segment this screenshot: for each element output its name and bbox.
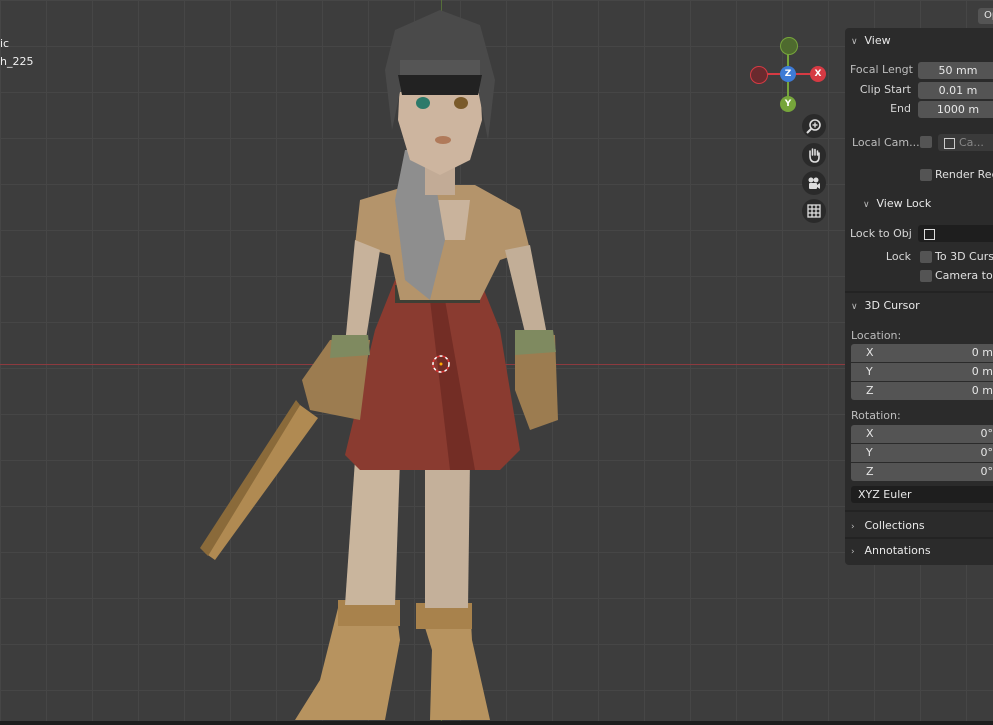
local-camera-checkbox[interactable] — [920, 136, 932, 148]
lock-to-object-picker[interactable] — [918, 225, 993, 242]
axis-label: X — [866, 427, 874, 440]
focal-length-field[interactable]: 50 mm — [918, 62, 993, 79]
camera-to-view-checkbox[interactable] — [920, 270, 932, 282]
camera-view-button[interactable] — [802, 171, 826, 195]
render-region-label: Render Reg — [935, 168, 993, 181]
annotations-header-label: Annotations — [864, 544, 931, 557]
chevron-down-icon: ∨ — [851, 37, 858, 47]
zoom-icon — [806, 119, 821, 134]
3d-cursor-section-header[interactable]: ∨ 3D Cursor — [851, 297, 920, 315]
clip-end-label: End — [890, 102, 911, 115]
clip-start-label: Clip Start — [859, 83, 911, 96]
section-divider — [845, 291, 993, 293]
view-lock-header[interactable]: ∨ View Lock — [863, 195, 931, 213]
3d-cursor-header-label: 3D Cursor — [864, 299, 920, 312]
rotation-y-field[interactable]: Y 0° — [851, 444, 993, 462]
camera-icon — [808, 177, 820, 189]
location-y-field[interactable]: Y 0 m — [851, 363, 993, 381]
axis-label: X — [866, 346, 874, 359]
navigation-gizmo[interactable]: Z X Y — [748, 36, 830, 116]
axis-label: Y — [866, 446, 873, 459]
viewport-bottom-edge — [0, 721, 993, 725]
axis-label: Z — [866, 384, 874, 397]
focal-length-label: Focal Lengt — [850, 63, 913, 76]
lock-to-3d-cursor-checkbox[interactable] — [920, 251, 932, 263]
gizmo-z[interactable]: Z — [780, 66, 796, 82]
section-divider — [845, 537, 993, 539]
location-x-field[interactable]: X 0 m — [851, 344, 993, 362]
gizmo-neg-x[interactable] — [750, 66, 768, 84]
character-model[interactable] — [190, 0, 590, 725]
view-lock-label: View Lock — [876, 197, 932, 210]
section-divider — [845, 510, 993, 512]
axis-value: 0° — [980, 446, 993, 459]
axis-value: 0 m — [971, 365, 993, 378]
collections-header-label: Collections — [864, 519, 925, 532]
clip-start-field[interactable]: 0.01 m — [918, 82, 993, 99]
lock-to-object-label: Lock to Obj — [850, 227, 912, 240]
view-sidebar-panel: ∨ View Focal Lengt 50 mm Clip Start 0.01… — [845, 28, 993, 565]
axis-label: Y — [866, 365, 873, 378]
axis-value: 0 m — [971, 346, 993, 359]
view-header-label: View — [864, 34, 891, 47]
rotation-z-field[interactable]: Z 0° — [851, 463, 993, 481]
hand-icon — [809, 148, 820, 163]
gizmo-x[interactable]: X — [810, 66, 826, 82]
local-camera-picker[interactable]: Ca... — [938, 134, 993, 151]
collections-section-header[interactable]: › Collections — [851, 517, 925, 535]
rotation-label: Rotation: — [851, 409, 901, 422]
rotation-x-field[interactable]: X 0° — [851, 425, 993, 443]
chevron-down-icon: ∨ — [863, 200, 870, 210]
chevron-right-icon: › — [851, 547, 855, 557]
viewport-info-line-2: h_225 — [0, 55, 34, 68]
local-camera-placeholder: Ca... — [959, 136, 984, 149]
gizmo-y[interactable]: Y — [780, 96, 796, 112]
gizmo-neg-y[interactable] — [780, 37, 798, 55]
camera-to-view-label: Camera to V — [935, 269, 993, 282]
options-button[interactable]: Op — [978, 8, 993, 24]
axis-value: 0° — [980, 427, 993, 440]
annotations-section-header[interactable]: › Annotations — [851, 542, 931, 560]
lock-label: Lock — [885, 250, 911, 263]
chevron-right-icon: › — [851, 522, 855, 532]
zoom-button[interactable] — [802, 114, 826, 138]
chevron-down-icon: ∨ — [851, 302, 858, 312]
render-region-checkbox[interactable] — [920, 169, 932, 181]
grid-view-button[interactable] — [802, 199, 826, 223]
grid-icon — [807, 204, 821, 218]
local-camera-label: Local Cam... — [852, 136, 920, 149]
view-section-header[interactable]: ∨ View — [851, 32, 891, 50]
axis-value: 0° — [980, 465, 993, 478]
pan-button[interactable] — [802, 143, 826, 167]
object-icon — [924, 228, 935, 240]
3d-cursor-icon[interactable] — [431, 354, 451, 374]
clip-end-field[interactable]: 1000 m — [918, 101, 993, 118]
viewport-info-line-1: ic — [0, 37, 10, 50]
location-label: Location: — [851, 329, 902, 342]
lock-to-3d-cursor-label: To 3D Curso — [935, 250, 993, 263]
camera-object-icon — [944, 137, 955, 149]
axis-value: 0 m — [971, 384, 993, 397]
rotation-mode-dropdown[interactable]: XYZ Euler — [851, 486, 993, 503]
location-z-field[interactable]: Z 0 m — [851, 382, 993, 400]
axis-label: Z — [866, 465, 874, 478]
